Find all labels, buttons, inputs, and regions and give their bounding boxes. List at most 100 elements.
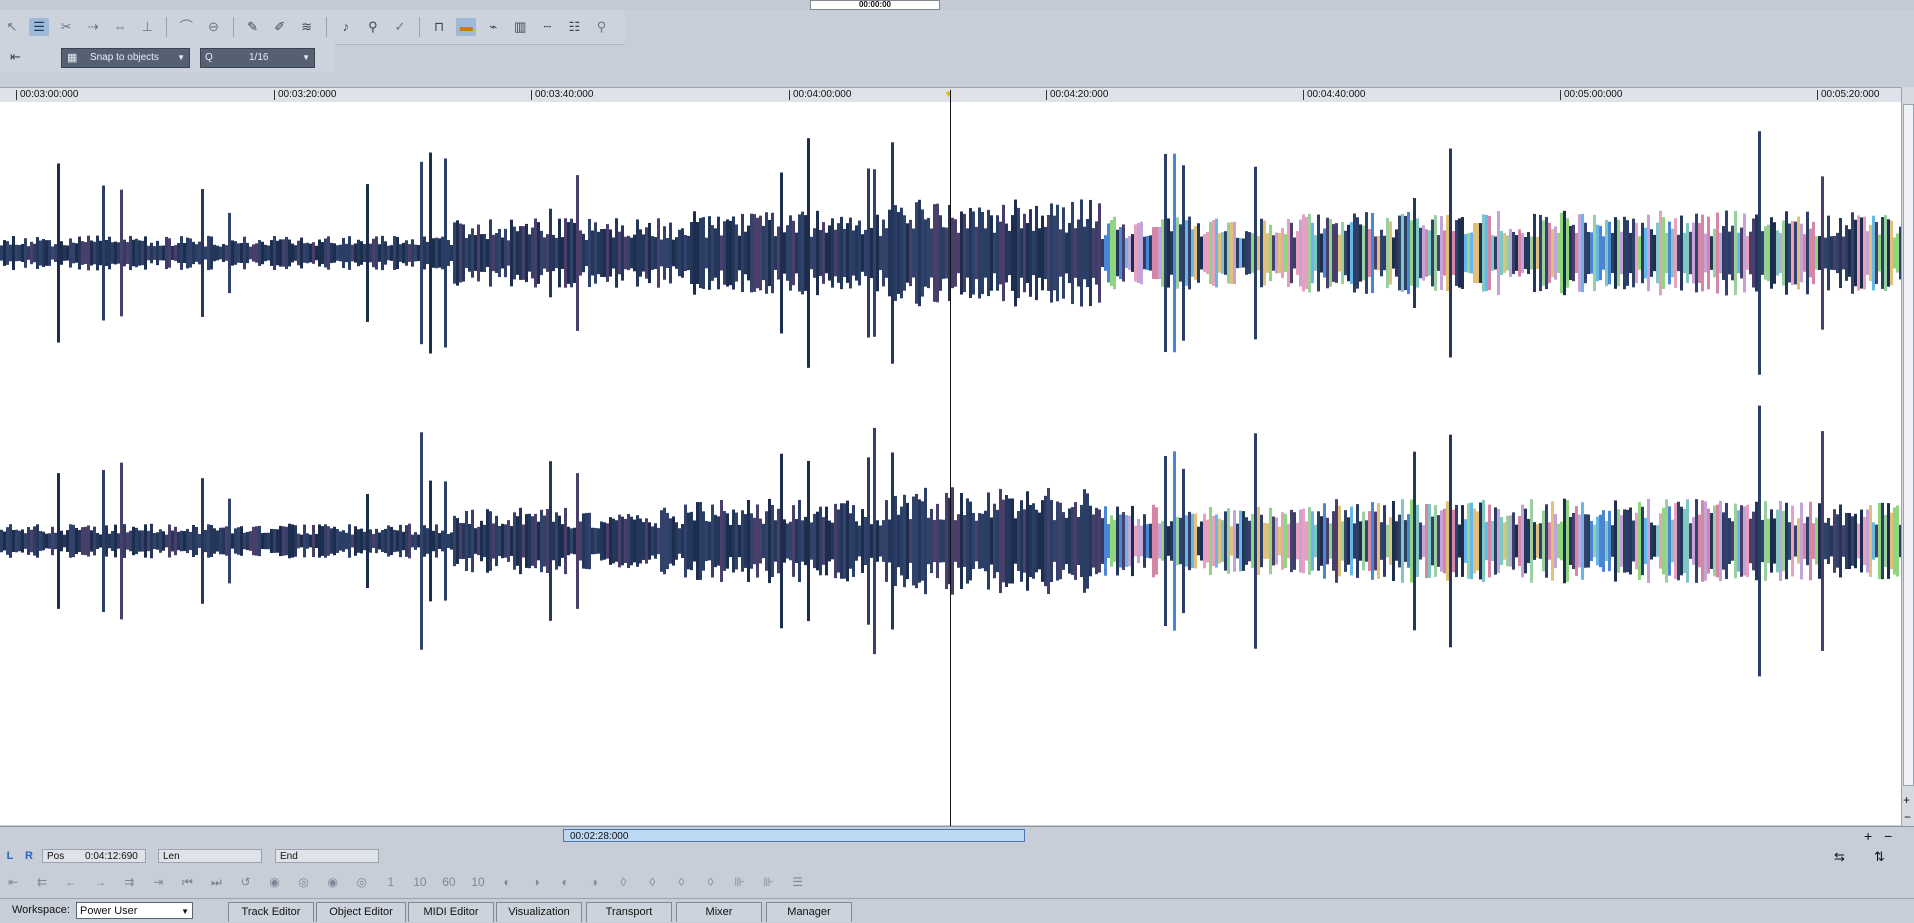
waveform-segment — [1026, 223, 1029, 283]
zoom-icon[interactable]: ⚲ — [363, 18, 383, 36]
waveform-segment — [378, 244, 381, 262]
eye-icon[interactable]: ◎ — [352, 873, 372, 891]
horizontal-scroll-thumb[interactable]: 00:02:28:000 — [563, 829, 1025, 842]
list-icon[interactable]: ☰ — [788, 873, 808, 891]
loop-icon[interactable]: ↺ — [236, 873, 256, 891]
tab-manager[interactable]: Manager — [766, 902, 852, 922]
waveform-segment — [531, 227, 534, 279]
magnet-icon[interactable]: ⌒ — [176, 18, 196, 36]
waveform-segment — [441, 530, 444, 552]
mixer-icon[interactable]: ⊪ — [730, 873, 750, 891]
select-icon[interactable]: ⊥ — [137, 18, 157, 36]
bars-icon[interactable]: ┄ — [537, 18, 557, 36]
marker-icon[interactable]: ◊ — [701, 873, 721, 891]
zoom-out-icon[interactable]: − — [1904, 810, 1911, 824]
record-icon[interactable]: ◐ — [555, 873, 575, 891]
waveform-segment — [45, 533, 48, 549]
mixer-icon[interactable]: ⊪ — [759, 873, 779, 891]
waveform-segment — [612, 518, 615, 564]
range-icon[interactable]: ☰ — [29, 18, 50, 36]
len-field[interactable]: Len — [158, 849, 262, 863]
forward-icon[interactable]: ⇉ — [119, 873, 139, 891]
tab-visualization[interactable]: Visualization — [496, 902, 582, 922]
tab-transport[interactable]: Transport — [586, 902, 672, 922]
playback-cursor[interactable] — [950, 90, 951, 826]
swap-vertical-icon[interactable]: ⇅ — [1874, 849, 1885, 865]
pencil-icon[interactable]: ✐ — [270, 18, 290, 36]
waveform-segment — [1323, 228, 1326, 278]
waveform-segment — [609, 517, 612, 565]
zoom-out-icon[interactable]: ⊖ — [204, 18, 224, 36]
workspace-select[interactable]: Power User ▼ — [76, 902, 193, 919]
zoom-1-icon[interactable]: 1 — [381, 873, 401, 891]
zoom-in-icon[interactable]: + — [1903, 793, 1910, 807]
waveform-segment — [1629, 232, 1632, 274]
quantize-dropdown[interactable]: Q 1/16 ▼ — [200, 48, 315, 68]
scrub-icon[interactable]: ≋ — [297, 18, 317, 36]
stretch-icon[interactable]: ⇔ — [110, 18, 130, 36]
draw-icon[interactable]: ⇢ — [83, 18, 103, 36]
waveform-segment — [1527, 232, 1530, 274]
waveform-segment — [1377, 503, 1380, 579]
tempo-icon[interactable]: ⊓ — [429, 18, 449, 36]
zoom-in-h-icon[interactable]: + — [1864, 828, 1872, 844]
record-icon[interactable]: ◐ — [497, 873, 517, 891]
pen-icon[interactable]: ✎ — [243, 18, 263, 36]
waveform-segment — [762, 523, 765, 559]
swap-horizontal-icon[interactable]: ⇆ — [1834, 849, 1845, 865]
rewind-icon[interactable]: ⇇ — [32, 873, 52, 891]
snap-mode-dropdown[interactable]: ▦ Snap to objects ▼ — [61, 48, 190, 68]
workspace-label: Workspace: — [12, 904, 70, 916]
waveform-segment — [1464, 234, 1467, 272]
next-icon[interactable]: → — [90, 873, 110, 891]
waveform-segment — [1842, 525, 1845, 557]
list-icon[interactable]: ☷ — [564, 18, 584, 36]
speaker-icon[interactable]: ♪ — [336, 18, 356, 36]
playhead-marker-icon[interactable]: ▼ — [944, 89, 953, 99]
waveform-segment — [1854, 219, 1857, 287]
marker-icon[interactable]: ◊ — [642, 873, 662, 891]
left-marker-button[interactable]: L — [3, 849, 17, 864]
marker-icon[interactable]: ◊ — [613, 873, 633, 891]
waveform-segment — [1821, 431, 1824, 651]
zoom-10m-icon[interactable]: 10 — [468, 873, 488, 891]
prev-icon[interactable]: ← — [61, 873, 81, 891]
marker-icon[interactable]: ◊ — [671, 873, 691, 891]
cut-icon[interactable]: ✂ — [56, 18, 76, 36]
color-icon[interactable]: ▬ — [456, 18, 477, 36]
zoom-10-icon[interactable]: 10 — [410, 873, 430, 891]
waveform-segment — [1782, 220, 1785, 286]
eye-icon[interactable]: ◉ — [323, 873, 343, 891]
eye-icon[interactable]: ◉ — [265, 873, 285, 891]
tab-object-editor[interactable]: Object Editor — [316, 902, 406, 922]
waveform-segment — [1731, 225, 1734, 281]
tab-midi-editor[interactable]: MIDI Editor — [408, 902, 494, 922]
waveform-segment — [96, 235, 99, 271]
grid-icon[interactable]: ▥ — [510, 18, 530, 36]
go-start-icon[interactable]: ⇤ — [3, 873, 23, 891]
waveform-segment — [1575, 506, 1578, 576]
record-icon[interactable]: ◑ — [584, 873, 604, 891]
marker-prev-icon[interactable]: ⏮ — [177, 873, 197, 891]
waveform-segment — [303, 243, 306, 263]
eye-icon[interactable]: ◎ — [294, 873, 314, 891]
tab-mixer[interactable]: Mixer — [676, 902, 762, 922]
tab-track-editor[interactable]: Track Editor — [228, 902, 314, 922]
snap-options-icon[interactable]: ⇤ — [10, 49, 21, 65]
right-marker-button[interactable]: R — [22, 849, 36, 864]
waveform-segment — [417, 534, 420, 548]
go-end-icon[interactable]: ⇥ — [148, 873, 168, 891]
zoom-out-h-icon[interactable]: − — [1884, 828, 1892, 844]
waveform-segment — [996, 509, 999, 573]
check-icon[interactable]: ✓ — [390, 18, 410, 36]
curve-icon[interactable]: ⌁ — [483, 18, 503, 36]
vertical-scroll-thumb[interactable] — [1903, 104, 1914, 786]
pos-field[interactable]: Pos 0:04:12:690 — [42, 849, 146, 863]
waveform-segment — [1044, 495, 1047, 587]
zoom-60-icon[interactable]: 60 — [439, 873, 459, 891]
marker-next-icon[interactable]: ⏭ — [206, 873, 226, 891]
search-icon[interactable]: ⚲ — [592, 18, 612, 36]
end-field[interactable]: End — [275, 849, 379, 863]
record-icon[interactable]: ◑ — [526, 873, 546, 891]
pointer-icon[interactable]: ↖ — [2, 18, 22, 36]
